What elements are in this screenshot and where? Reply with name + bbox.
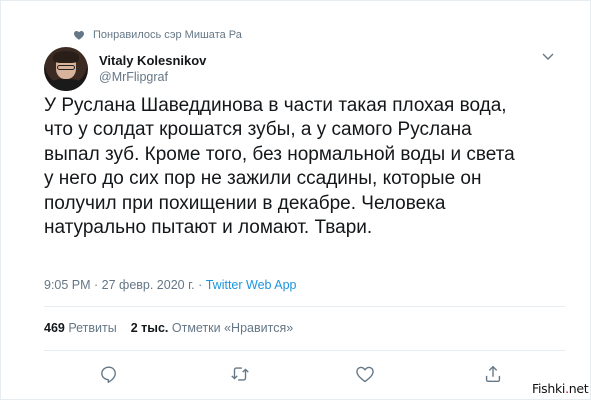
author-name[interactable]: Vitaly Kolesnikov	[99, 53, 206, 68]
retweets-count: 469	[44, 321, 65, 335]
retweets-label: Ретвиты	[68, 321, 117, 335]
like-button[interactable]	[354, 363, 376, 385]
divider	[44, 350, 565, 351]
tweet-text: У Руслана Шаведдинова в части такая плох…	[44, 94, 564, 240]
source-app-link[interactable]: Twitter Web App	[206, 278, 297, 292]
watermark-domain: net	[568, 381, 589, 396]
action-bar	[1, 363, 591, 387]
likes-stat[interactable]: 2 тыс. Отметки «Нравится»	[131, 321, 293, 335]
tweet-line: получил при похищении в декабре. Человек…	[44, 192, 446, 214]
heart-icon	[356, 366, 374, 383]
engagement-stats: 469 Ретвиты 2 тыс. Отметки «Нравится»	[44, 321, 293, 335]
tweet-line: У Руслана Шаведдинова в части такая плох…	[44, 95, 507, 116]
retweet-icon	[231, 367, 249, 381]
avatar[interactable]	[44, 47, 88, 91]
tweet-line: что у солдат крошатся зубы, а у самого Р…	[44, 119, 472, 141]
reply-icon	[101, 366, 116, 383]
chevron-down-icon[interactable]	[541, 52, 555, 62]
watermark: Fishki.net	[530, 380, 591, 397]
divider	[44, 306, 565, 307]
author-handle[interactable]: @MrFlipgraf	[99, 70, 168, 84]
retweet-button[interactable]	[229, 363, 251, 385]
reply-button[interactable]	[98, 363, 120, 385]
liked-by-text[interactable]: Понравилось сэр Мишата Ра	[93, 29, 242, 41]
watermark-text: Fishki	[532, 381, 566, 396]
retweets-stat[interactable]: 469 Ретвиты	[44, 321, 117, 335]
social-context: Понравилось сэр Мишата Ра	[73, 27, 242, 43]
tweet-line: у него до сих пор не зажили ссадины, кот…	[44, 168, 482, 190]
tweet-card: Понравилось сэр Мишата Ра Vitaly Kolesni…	[0, 0, 591, 400]
share-icon	[485, 365, 501, 383]
likes-label: Отметки «Нравится»	[171, 321, 294, 335]
tweet-timestamp[interactable]: 9:05 PM · 27 февр. 2020 г. ·	[44, 278, 206, 292]
share-button[interactable]	[482, 363, 504, 385]
likes-count: 2 тыс.	[130, 321, 169, 335]
tweet-line: натурально пытают и ломают. Твари.	[44, 217, 373, 239]
heart-icon	[74, 31, 84, 40]
tweet-meta: 9:05 PM · 27 февр. 2020 г. · Twitter Web…	[44, 278, 297, 292]
tweet-line: выпал зуб. Кроме того, без нормальной во…	[44, 143, 515, 165]
